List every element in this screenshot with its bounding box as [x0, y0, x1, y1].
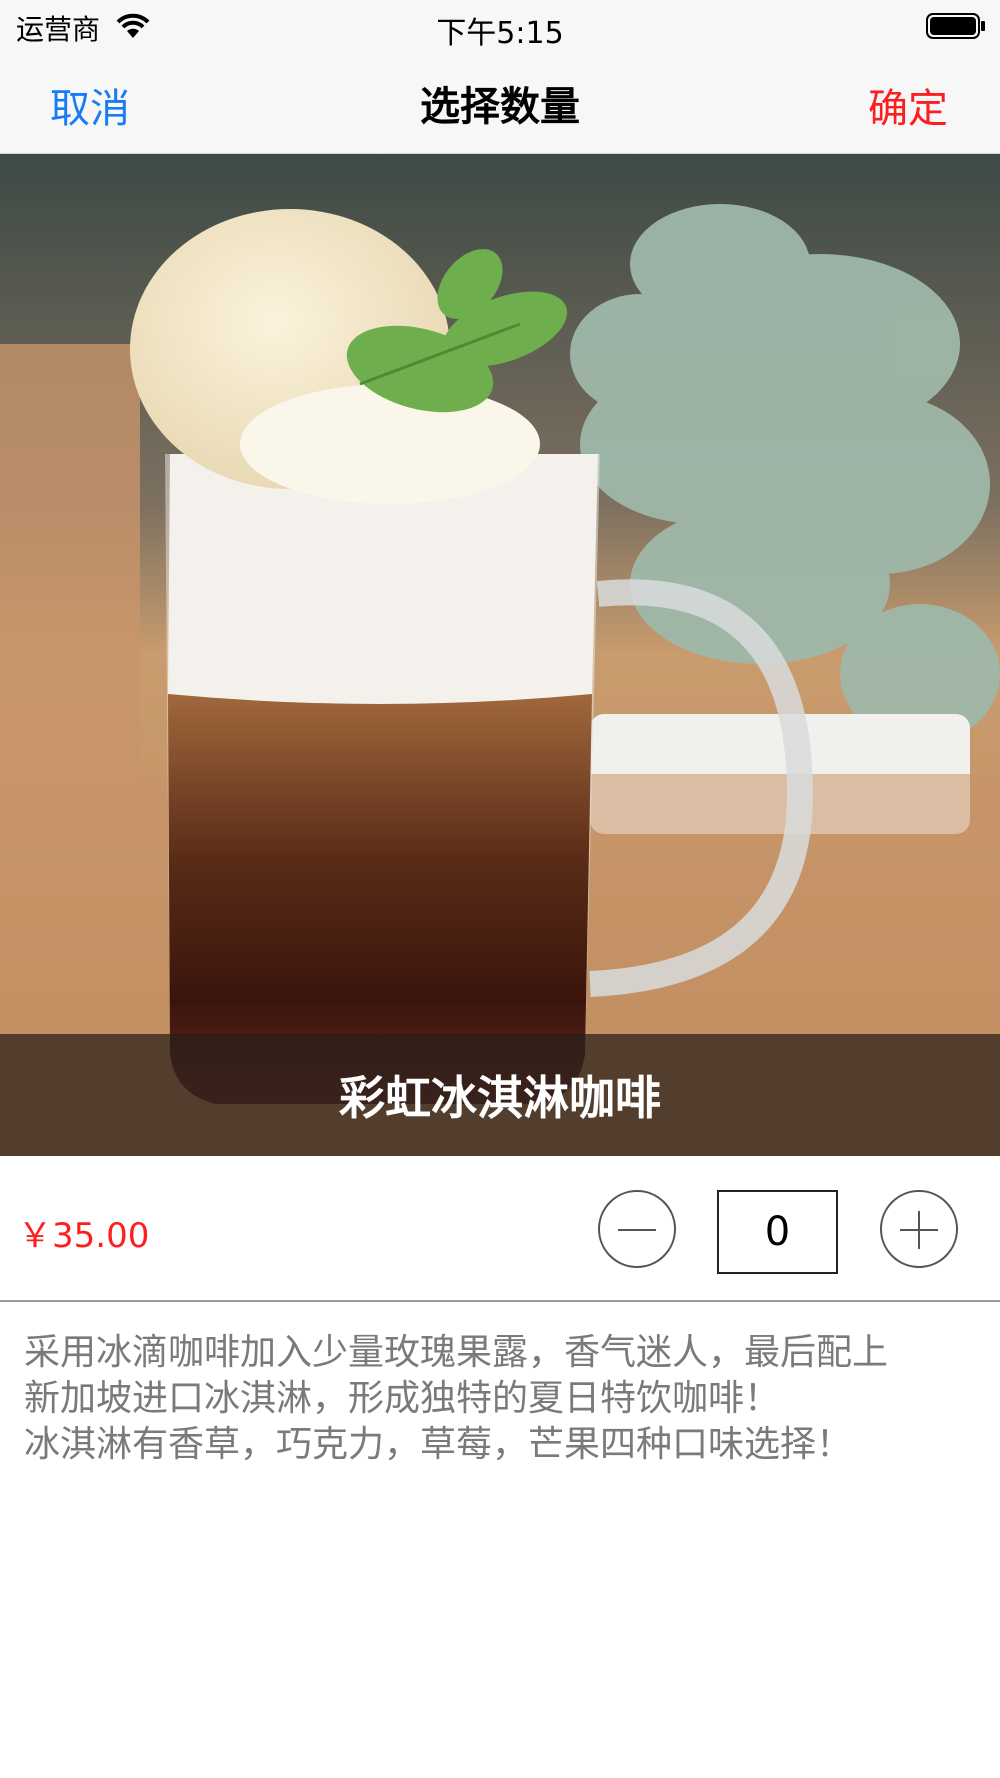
nav-bar: 取消 选择数量 确定	[0, 52, 1000, 154]
battery-icon	[926, 13, 986, 39]
description-line: 冰淇淋有香草，巧克力，草莓，芒果四种口味选择！	[24, 1424, 853, 1465]
description-line: 采用冰滴咖啡加入少量玫瑰果露，香气迷人，最后配上	[24, 1332, 889, 1373]
increase-quantity-button[interactable]	[880, 1190, 958, 1268]
image-caption-bar: 彩虹冰淇淋咖啡	[0, 1034, 1000, 1156]
status-time: 下午5:15	[436, 16, 564, 51]
confirm-button[interactable]: 确定	[868, 76, 948, 134]
plus-icon-vertical	[918, 1211, 920, 1249]
quantity-field[interactable]: 0	[717, 1190, 838, 1274]
decrease-quantity-button[interactable]	[598, 1190, 676, 1268]
product-name: 彩虹冰淇淋咖啡	[339, 1071, 661, 1125]
price-row: ￥35.00 0	[0, 1156, 1000, 1302]
product-description: 采用冰滴咖啡加入少量玫瑰果露，香气迷人，最后配上 新加坡进口冰淇淋，形成独特的夏…	[24, 1330, 984, 1468]
product-image: 彩虹冰淇淋咖啡	[0, 154, 1000, 1156]
product-price: ￥35.00	[18, 1216, 150, 1256]
description-line: 新加坡进口冰淇淋，形成独特的夏日特饮咖啡！	[24, 1378, 781, 1419]
status-bar: 运营商 下午5:15	[0, 0, 1000, 52]
minus-icon	[618, 1229, 656, 1231]
page-title: 选择数量	[420, 84, 580, 130]
